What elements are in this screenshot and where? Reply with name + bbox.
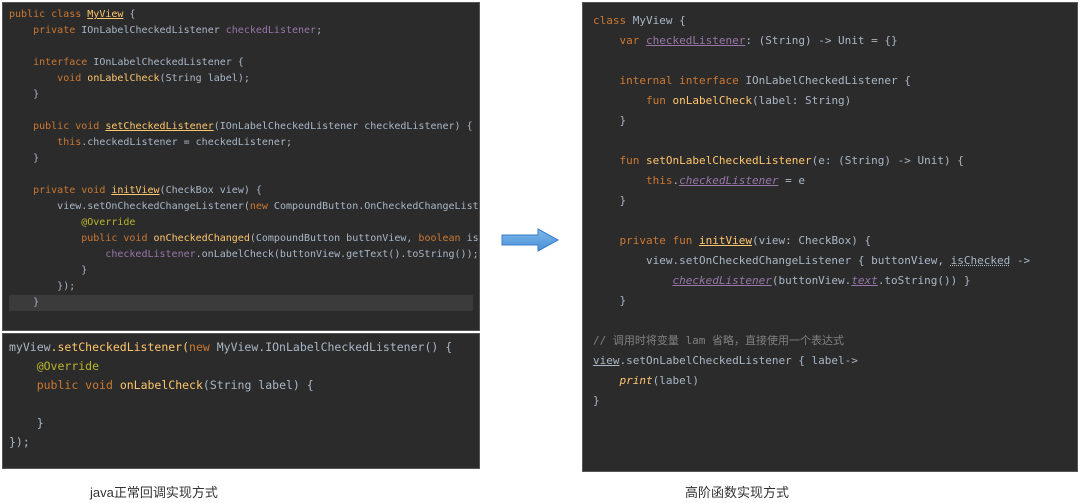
- obj: myView: [9, 340, 51, 354]
- interface-name: IOnLabelCheckedListener {: [87, 57, 244, 68]
- obj: view: [57, 201, 81, 212]
- kw: private void: [33, 185, 105, 196]
- var: checkedListener: [672, 274, 771, 287]
- kw: public void: [33, 121, 99, 132]
- type: MyView.IOnLabelCheckedListener() {: [210, 340, 452, 354]
- params: (view: CheckBox) {: [752, 234, 871, 247]
- arrow-icon: [500, 225, 560, 255]
- caption-left: java正常回调实现方式: [90, 482, 218, 501]
- call: .setOnCheckedChangeListener(: [81, 201, 250, 212]
- fn: onLabelCheck: [672, 94, 751, 107]
- kw: new: [250, 201, 268, 212]
- call: view.setOnCheckedChangeListener { button…: [646, 254, 951, 267]
- prop: text: [851, 274, 878, 287]
- class-name: MyView: [87, 9, 123, 20]
- brace: {: [123, 9, 135, 20]
- type: : (String) -> Unit = {}: [745, 34, 897, 47]
- kw: interface: [33, 57, 87, 68]
- brace: }: [33, 297, 39, 308]
- java-code-bottom: myView.setCheckedListener(new MyView.IOn…: [3, 334, 479, 456]
- kw: boolean: [418, 233, 460, 244]
- fn: setOnLabelCheckedListener: [646, 154, 812, 167]
- kw: class: [593, 14, 626, 27]
- params: (CompoundButton buttonView,: [250, 233, 419, 244]
- params: (IOnLabelCheckedListener checkedListener…: [214, 121, 473, 132]
- kw: internal interface: [620, 74, 739, 87]
- eq: = e: [778, 174, 805, 187]
- params: (CheckBox view) {: [160, 185, 262, 196]
- fn: initView: [111, 185, 159, 196]
- var: checkedListener: [105, 249, 195, 260]
- brace: }: [81, 265, 87, 276]
- kw: void: [57, 73, 81, 84]
- semi: ;: [316, 25, 322, 36]
- caret-line: }: [9, 295, 473, 311]
- type: IOnLabelCheckedListener: [75, 25, 226, 36]
- p1: (buttonView.: [772, 274, 851, 287]
- kw: new: [189, 340, 210, 354]
- brace: }: [33, 153, 39, 164]
- fn: initView: [699, 234, 752, 247]
- kw: this: [646, 174, 673, 187]
- call: .setOnLabelCheckedListener { label->: [620, 354, 858, 367]
- brace: }: [620, 294, 627, 307]
- class-name: MyView {: [626, 14, 686, 27]
- brace: });: [57, 281, 75, 292]
- var: checkedListener: [679, 174, 778, 187]
- fn: print: [620, 374, 653, 387]
- brace: }: [37, 416, 44, 430]
- var: checkedListener: [646, 34, 745, 47]
- caption-right: 高阶函数实现方式: [685, 482, 789, 501]
- kw: fun: [646, 94, 666, 107]
- brace: }: [33, 89, 39, 100]
- obj: view: [593, 354, 620, 367]
- brace: }: [620, 194, 627, 207]
- annotation: @Override: [37, 359, 99, 373]
- java-code-top-panel: public class MyView { private IOnLabelCh…: [2, 2, 480, 331]
- call: .setCheckedListener(: [51, 340, 189, 354]
- params: isChecked) {: [461, 233, 480, 244]
- java-code-top: public class MyView { private IOnLabelCh…: [3, 3, 479, 315]
- params: (e: (String) -> Unit) {: [812, 154, 964, 167]
- var: checkedListener: [226, 25, 316, 36]
- annotation: @Override: [81, 217, 135, 228]
- kw: this: [57, 137, 81, 148]
- p2: .toString()) }: [878, 274, 971, 287]
- java-code-bottom-panel: myView.setCheckedListener(new MyView.IOn…: [2, 333, 480, 469]
- brace: }: [593, 394, 600, 407]
- kw: var: [620, 34, 640, 47]
- brace: }: [620, 114, 627, 127]
- kw: public void: [81, 233, 147, 244]
- fn: setCheckedListener: [105, 121, 213, 132]
- params: (label: String): [752, 94, 851, 107]
- params: (String label) {: [203, 378, 314, 392]
- interface-name: IOnLabelCheckedListener {: [739, 74, 911, 87]
- fn: onCheckedChanged: [154, 233, 250, 244]
- arrow: ->: [1010, 254, 1030, 267]
- unused-var: isChecked: [951, 254, 1011, 267]
- params: (label): [653, 374, 699, 387]
- kw: public class: [9, 9, 81, 20]
- kw: fun: [620, 154, 640, 167]
- brace: });: [9, 435, 30, 449]
- kw: private: [33, 25, 75, 36]
- fn: onLabelCheck: [120, 378, 203, 392]
- type: CompoundButton.OnCheckedChangeListener()…: [268, 201, 480, 212]
- params: (String label);: [160, 73, 250, 84]
- kotlin-code-panel: class MyView { var checkedListener: (Str…: [582, 2, 1078, 472]
- comment: // 调用时将变量 lam 省略，直接使用一个表达式: [593, 334, 844, 347]
- kw: private fun: [620, 234, 693, 247]
- fn: onLabelCheck: [87, 73, 159, 84]
- kotlin-code: class MyView { var checkedListener: (Str…: [583, 3, 1077, 419]
- call: .onLabelCheck(buttonView.getText().toStr…: [196, 249, 479, 260]
- assign: .checkedListener = checkedListener;: [81, 137, 292, 148]
- kw: public void: [37, 378, 113, 392]
